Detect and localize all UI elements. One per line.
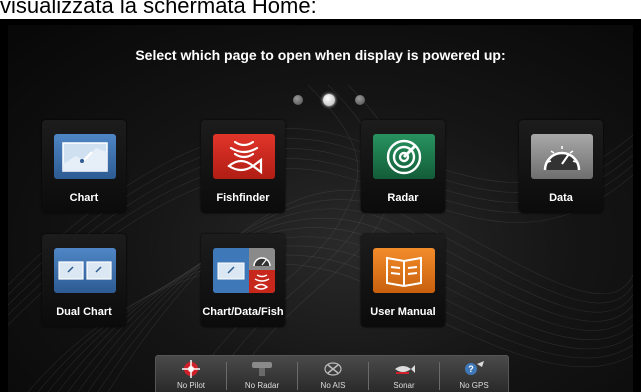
- status-pilot[interactable]: No Pilot: [156, 356, 226, 392]
- page-title: Select which page to open when display i…: [135, 47, 506, 63]
- status-gps[interactable]: ? No GPS: [440, 356, 508, 392]
- chart-icon: [54, 134, 116, 179]
- data-gauge-icon: [531, 134, 593, 179]
- page-dot-3[interactable]: [355, 95, 365, 105]
- user-manual-icon: [373, 248, 435, 293]
- radar-scanner-icon: [252, 362, 272, 376]
- tile-dual-chart-label: Dual Chart: [56, 306, 112, 318]
- tile-user-manual-label: User Manual: [370, 306, 436, 318]
- tile-data-label: Data: [549, 192, 573, 204]
- chart-data-fish-icon: [213, 248, 275, 293]
- tile-chart-label: Chart: [69, 192, 99, 204]
- tile-dual-chart[interactable]: Dual Chart: [42, 234, 126, 327]
- tile-radar[interactable]: Radar: [361, 120, 445, 213]
- status-sonar[interactable]: Sonar: [369, 356, 439, 392]
- tile-radar-label: Radar: [387, 192, 419, 204]
- home-screen: Select which page to open when display i…: [8, 25, 633, 392]
- status-ais[interactable]: No AIS: [298, 356, 368, 392]
- tile-user-manual[interactable]: User Manual: [361, 234, 445, 327]
- tile-data[interactable]: Data: [519, 120, 603, 213]
- tile-fishfinder-label: Fishfinder: [216, 192, 270, 204]
- status-bar: No Pilot No Radar No AIS Sonar ? No GPS: [155, 355, 509, 392]
- status-radar[interactable]: No Radar: [227, 356, 297, 392]
- sonar-icon: [395, 365, 415, 374]
- status-sonar-label: Sonar: [393, 381, 415, 390]
- page-indicator: [289, 94, 379, 108]
- status-radar-label: No Radar: [244, 381, 280, 390]
- page-caption: visualizzata la schermata Home:: [0, 0, 317, 18]
- page-dot-1[interactable]: [293, 95, 303, 105]
- status-gps-label: No GPS: [459, 381, 489, 390]
- gps-icon: ?: [465, 361, 484, 375]
- dual-chart-icon: [54, 248, 116, 293]
- fishfinder-icon: [213, 134, 275, 179]
- ais-icon: [324, 362, 342, 376]
- page-dot-2-active[interactable]: [323, 94, 335, 106]
- tile-chart-data-fish[interactable]: Chart/Data/Fish: [201, 234, 285, 327]
- tile-chart[interactable]: Chart: [42, 120, 126, 213]
- display-bezel: Select which page to open when display i…: [0, 19, 641, 392]
- status-pilot-label: No Pilot: [176, 381, 205, 390]
- svg-text:?: ?: [468, 364, 474, 374]
- status-ais-label: No AIS: [320, 381, 346, 390]
- tile-fishfinder[interactable]: Fishfinder: [201, 120, 285, 213]
- radar-icon: [373, 134, 435, 179]
- pilot-icon: [182, 360, 200, 378]
- tile-chart-data-fish-label: Chart/Data/Fish: [202, 306, 284, 318]
